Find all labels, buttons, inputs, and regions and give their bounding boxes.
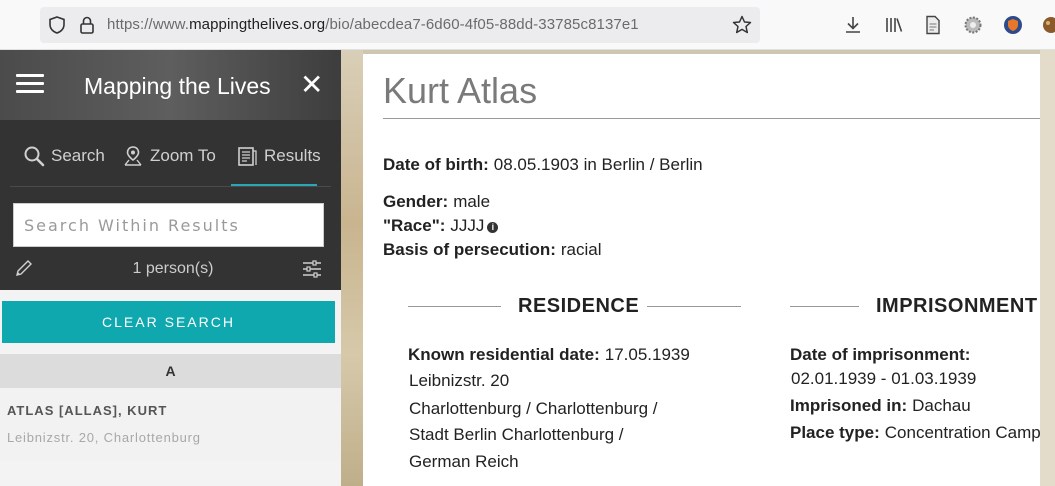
close-icon[interactable]: ✕ [300, 71, 323, 99]
race-label: "Race": [383, 216, 446, 235]
person-name: Kurt Atlas [383, 70, 538, 111]
info-icon[interactable]: i [487, 222, 499, 233]
residence-title: RESIDENCE [518, 295, 640, 317]
sidebar-controls: Search Zoom To Results 1 person(s) [0, 120, 341, 290]
address-bar[interactable]: https://www.mappingthelives.org/bio/abec… [40, 7, 760, 43]
imprisoned-in-label: Imprisoned in: [790, 396, 908, 415]
tab-search-label: Search [51, 146, 105, 165]
result-list-item[interactable]: ATLAS [ALLAS], KURT Leibnizstr. 20, Char… [0, 388, 341, 462]
residence-date: Known residential date: 17.05.1939 [408, 345, 690, 365]
persecution-value: racial [560, 240, 602, 259]
persecution-label: Basis of persecution: [383, 240, 556, 259]
filter-sliders-icon[interactable] [301, 259, 323, 279]
residence-date-value: 17.05.1939 [604, 345, 690, 364]
residence-line: Stadt Berlin Charlottenburg / [409, 425, 624, 444]
imprisonment-line-left [790, 306, 859, 307]
url-domain: mappingthelives.org [189, 16, 326, 33]
persecution-field: Basis of persecution: racial [383, 240, 602, 260]
library-icon[interactable] [883, 14, 905, 36]
tab-results-label: Results [264, 146, 321, 165]
search-within-results-input[interactable] [13, 203, 324, 247]
download-icon[interactable] [842, 14, 864, 36]
residence-line-left [408, 306, 501, 307]
search-icon [24, 146, 45, 167]
place-type-label: Place type: [790, 423, 880, 442]
bookmark-star-icon[interactable] [732, 15, 752, 35]
clear-search-button[interactable]: CLEAR SEARCH [2, 301, 335, 343]
residence-line-right [647, 306, 741, 307]
url-prefix: https://www. [107, 16, 190, 33]
imprisonment-date: Date of imprisonment: [790, 345, 975, 365]
extension-icon[interactable] [1040, 14, 1055, 36]
result-count: 1 person(s) [132, 260, 214, 277]
letter-group-header: A [0, 354, 341, 388]
reader-icon[interactable] [922, 14, 944, 36]
gear-icon[interactable] [962, 14, 984, 36]
place-type: Place type: Concentration Camp [790, 423, 1040, 443]
map-background-right[interactable] [1040, 50, 1055, 486]
imprisonment-date-label: Date of imprisonment: [790, 345, 971, 364]
sidebar-title: Mapping the Lives [84, 73, 271, 99]
tab-zoom-to-label: Zoom To [150, 146, 216, 165]
tab-zoom-to[interactable]: Zoom To [122, 144, 216, 168]
imprisonment-date-value: 02.01.1939 - 01.03.1939 [791, 369, 977, 388]
browser-toolbar: https://www.mappingthelives.org/bio/abec… [0, 0, 1055, 50]
gender-field: Gender: male [383, 192, 490, 212]
biography-panel: Kurt Atlas Date of birth: 08.05.1903 in B… [363, 54, 1040, 486]
birth-label: Date of birth: [383, 155, 489, 174]
imprisonment-title: IMPRISONMENT [876, 295, 1038, 317]
result-address: Leibnizstr. 20, Charlottenburg [7, 430, 201, 445]
title-divider [383, 118, 1040, 119]
imprisoned-in-value: Dachau [912, 396, 971, 415]
results-icon [238, 147, 257, 166]
result-name: ATLAS [ALLAS], KURT [7, 403, 168, 418]
residence-line: German Reich [409, 452, 519, 471]
lock-icon[interactable] [78, 15, 96, 35]
place-type-value: Concentration Camp [884, 423, 1040, 442]
sidebar: Mapping the Lives ✕ Search Zoom To Resul… [0, 50, 341, 486]
extension-shield-icon[interactable] [1002, 14, 1024, 36]
birth-value: 08.05.1903 in Berlin / Berlin [493, 155, 703, 174]
residence-line: Leibnizstr. 20 [409, 371, 510, 390]
birth-field: Date of birth: 08.05.1903 in Berlin / Ber… [383, 155, 703, 175]
active-tab-indicator [231, 184, 317, 186]
race-field: "Race": JJJJ i [383, 216, 499, 236]
gender-value: male [453, 192, 491, 211]
tab-divider [10, 186, 331, 187]
map-pin-icon [124, 146, 142, 166]
url-path: /bio/abecdea7-6d60-4f05-88dd-33785c8137e… [325, 16, 639, 33]
tab-results[interactable]: Results [236, 144, 321, 168]
hamburger-menu-icon[interactable] [16, 74, 44, 96]
residence-line: Charlottenburg / Charlottenburg / [409, 399, 658, 418]
shield-icon[interactable] [48, 16, 66, 34]
race-value: JJJJ [450, 216, 485, 235]
gender-label: Gender: [383, 192, 449, 211]
url-text: https://www.mappingthelives.org/bio/abec… [107, 16, 639, 33]
sidebar-header: Mapping the Lives ✕ [0, 50, 341, 120]
residence-date-label: Known residential date: [408, 345, 600, 364]
tab-search[interactable]: Search [23, 144, 105, 168]
imprisoned-in: Imprisoned in: Dachau [790, 396, 971, 416]
